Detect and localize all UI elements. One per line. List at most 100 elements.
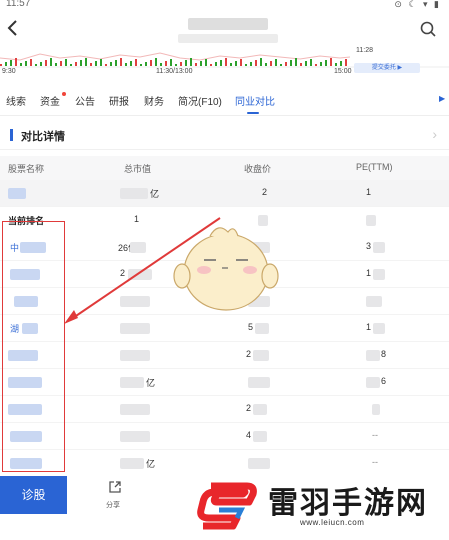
volume-bar (320, 62, 322, 66)
tab-finance[interactable]: 财务 (144, 93, 164, 108)
volume-bar (35, 64, 37, 66)
volume-bar (260, 58, 262, 66)
volume-bar (140, 64, 142, 66)
tab-announcements[interactable]: 公告 (75, 93, 95, 108)
volume-bar (215, 62, 217, 66)
volume-bar (150, 60, 152, 66)
volume-bar (290, 60, 292, 66)
cell-pe: -- (372, 457, 378, 467)
volume-bar (305, 61, 307, 66)
redacted-cap (120, 404, 150, 415)
volume-bar (330, 58, 332, 66)
redacted-pe (372, 404, 380, 415)
cell-price: 2 (246, 349, 252, 359)
volume-bar (40, 62, 42, 66)
redacted-cap (120, 350, 150, 361)
volume-bar (310, 59, 312, 66)
volume-bar (105, 64, 107, 66)
back-button[interactable] (6, 18, 26, 40)
tabs-more-arrow-icon[interactable]: ▶ (439, 94, 445, 103)
chart-time-end: 15:00 (334, 68, 352, 75)
stock-subtitle-redacted (178, 34, 278, 43)
redacted-pe (366, 350, 380, 361)
volume-bar (60, 61, 62, 66)
volume-bar (340, 61, 342, 66)
volume-bar (230, 63, 232, 66)
watermark-brand: 雷羽手游网 (268, 487, 428, 520)
volume-bar (160, 63, 162, 66)
tab-peer-comparison[interactable]: 同业对比 (235, 93, 275, 108)
volume-bar (165, 61, 167, 66)
volume-bar (80, 60, 82, 66)
volume-bar (180, 62, 182, 66)
tab-research[interactable]: 研报 (109, 93, 129, 108)
cell-price: 4 (246, 430, 252, 440)
volume-bar (265, 63, 267, 66)
volume-bar (220, 60, 222, 66)
col-header-pe[interactable]: PE(TTM) (356, 162, 393, 172)
table-row[interactable]: 亿 2 1 (0, 180, 449, 207)
redacted-price (248, 377, 270, 388)
volume-bar (315, 64, 317, 66)
redacted-cap (120, 188, 148, 199)
cell-pe: 1 (366, 187, 372, 197)
volume-bar (15, 58, 17, 66)
volume-bar (270, 61, 272, 66)
tab-funds[interactable]: 资金 (40, 93, 60, 108)
volume-bar (155, 58, 157, 66)
cell-price: 2 (262, 187, 268, 197)
redacted-name (8, 188, 26, 199)
tab-clues[interactable]: 线索 (6, 93, 26, 108)
diagnose-stock-button[interactable]: 诊股 (0, 476, 67, 514)
redacted-cap (120, 377, 144, 388)
top-header (0, 12, 449, 48)
volume-bar (120, 58, 122, 66)
col-header-close-price[interactable]: 收盘价 (244, 162, 271, 175)
table-row[interactable]: 亿 -- (0, 450, 449, 477)
volume-bar (280, 64, 282, 66)
cell-pe: 1 (366, 322, 372, 332)
volume-bar (255, 60, 257, 66)
comparison-details-header[interactable]: 对比详情 › (0, 120, 449, 150)
volume-bar (285, 62, 287, 66)
table-row[interactable]: 4 -- (0, 423, 449, 450)
volume-bar (275, 59, 277, 66)
cell-cap: 亿 (146, 378, 156, 388)
tab-bar: 线索 资金 公告 研报 财务 简况(F10) 同业对比 ▶ (0, 88, 449, 116)
chevron-left-icon (7, 20, 17, 36)
share-label: 分享 (106, 502, 120, 509)
redacted-pe (373, 269, 385, 280)
notification-dot (62, 92, 66, 96)
status-bar: 11:57 ⊙ ☾ ▾ ▮ (0, 0, 449, 12)
redacted-price (253, 350, 269, 361)
stock-title-redacted (188, 18, 268, 30)
annotation-highlight-box (2, 221, 65, 472)
col-header-market-cap[interactable]: 总市值 (124, 162, 151, 175)
search-button[interactable] (419, 20, 437, 38)
volume-bar (130, 61, 132, 66)
redacted-price (253, 404, 267, 415)
table-row[interactable]: 亿 6 (0, 369, 449, 396)
volume-bar (45, 60, 47, 66)
redacted-price (255, 323, 269, 334)
active-tab-indicator (247, 112, 259, 114)
volume-bar (10, 60, 12, 66)
share-button[interactable] (108, 480, 122, 494)
intraday-mini-chart[interactable]: 9:30 11:30/13:00 15:00 11:28 提交委托 ▶ (0, 46, 449, 80)
col-header-name[interactable]: 股票名称 (8, 162, 44, 175)
volume-bar (25, 61, 27, 66)
volume-bar (185, 60, 187, 66)
watermark-logo-icon (197, 482, 257, 530)
chevron-right-icon: › (432, 126, 437, 142)
volume-bar (5, 62, 7, 66)
volume-bar (300, 63, 302, 66)
volume-bar (115, 60, 117, 66)
order-button[interactable]: 提交委托 ▶ (354, 63, 420, 73)
table-row[interactable]: 2 8 (0, 342, 449, 369)
chart-time-current: 11:28 (356, 47, 373, 54)
table-row[interactable]: 2 (0, 396, 449, 423)
volume-bar (200, 61, 202, 66)
mascot-chick-icon (173, 227, 279, 311)
tab-f10[interactable]: 简况(F10) (178, 93, 222, 108)
volume-bar (50, 58, 52, 66)
